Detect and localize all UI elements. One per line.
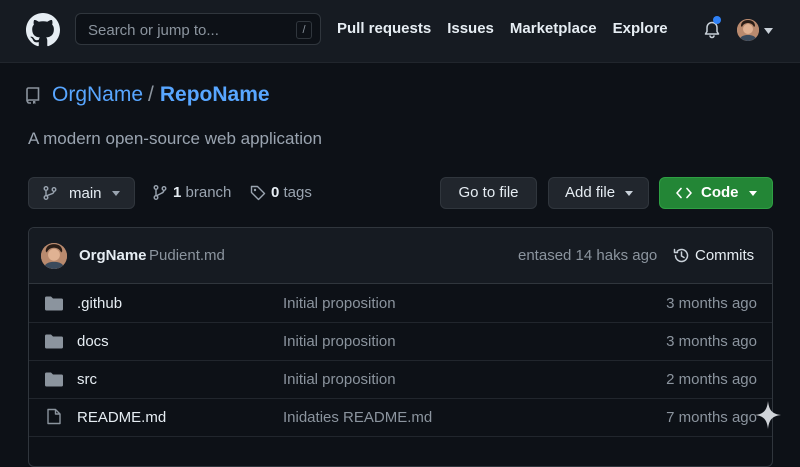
github-logo-icon[interactable]	[26, 13, 60, 47]
repo-owner-link[interactable]: OrgName	[52, 83, 143, 106]
repo-separator: /	[148, 83, 154, 106]
git-branch-icon	[153, 185, 167, 200]
chevron-down-icon[interactable]	[764, 28, 773, 34]
tags-link[interactable]: 0 tags	[250, 184, 312, 201]
search-box[interactable]: /	[75, 13, 321, 45]
chevron-down-icon	[749, 191, 757, 196]
file-name[interactable]: .github	[77, 295, 122, 312]
nav-explore[interactable]: Explore	[613, 20, 668, 37]
file-row[interactable]: src Initial proposition 2 months ago	[29, 360, 772, 399]
tag-label: tags	[283, 184, 312, 201]
code-icon	[676, 187, 692, 199]
file-commit-message[interactable]: Initial proposition	[283, 371, 396, 388]
file-age: 7 months ago	[666, 409, 757, 426]
latest-commit-bar: OrgName Pudient.md entased 14 haks ago C…	[29, 228, 772, 284]
repo-name-link[interactable]: RepoName	[160, 83, 270, 106]
folder-icon	[45, 372, 63, 387]
file-age: 3 months ago	[666, 333, 757, 350]
code-button[interactable]: Code	[659, 177, 773, 209]
go-to-file-button[interactable]: Go to file	[440, 177, 537, 209]
search-input[interactable]	[88, 21, 288, 39]
commit-time: entased 14 haks ago	[518, 247, 658, 264]
add-file-button[interactable]: Add file	[548, 177, 649, 209]
branch-name: main	[69, 185, 102, 202]
branches-link[interactable]: 1 branch	[153, 184, 231, 201]
repo-description: A modern open-source web application	[28, 129, 322, 148]
nav-marketplace[interactable]: Marketplace	[510, 20, 597, 37]
folder-icon	[45, 334, 63, 349]
repo-icon	[26, 87, 40, 104]
chevron-down-icon	[625, 191, 633, 196]
file-commit-message[interactable]: Initial proposition	[283, 333, 396, 350]
branch-label: branch	[185, 184, 232, 201]
file-row[interactable]	[29, 436, 772, 466]
file-row[interactable]: docs Initial proposition 3 months ago	[29, 322, 772, 361]
history-icon	[673, 248, 689, 263]
user-avatar[interactable]	[737, 19, 759, 41]
repo-title: OrgName / RepoName	[52, 82, 270, 108]
search-shortcut-key: /	[296, 21, 312, 39]
file-name[interactable]: README.md	[77, 409, 166, 426]
branch-selector-button[interactable]: main	[28, 177, 135, 209]
commit-author[interactable]: OrgName	[79, 247, 147, 264]
git-branch-icon	[43, 186, 57, 200]
commit-author-avatar[interactable]	[41, 243, 67, 269]
tag-icon	[250, 185, 266, 201]
branch-count: 1	[173, 184, 182, 201]
tag-count: 0	[271, 184, 280, 201]
sparkle-icon	[755, 401, 781, 429]
nav-issues[interactable]: Issues	[447, 20, 494, 37]
commits-link[interactable]: Commits	[673, 247, 754, 264]
avatar-image	[41, 243, 67, 269]
code-label: Code	[701, 184, 739, 201]
commits-label: Commits	[695, 247, 755, 264]
file-row[interactable]: README.md Inidaties README.md 7 months a…	[29, 398, 772, 437]
folder-icon	[45, 296, 63, 311]
file-row[interactable]: .github Initial proposition 3 months ago	[29, 284, 772, 323]
add-file-label: Add file	[565, 184, 616, 201]
notification-dot	[713, 16, 721, 24]
file-commit-message[interactable]: Inidaties README.md	[283, 409, 432, 426]
file-commit-message[interactable]: Initial proposition	[283, 295, 396, 312]
top-navigation-bar: / Pull requests Issues Marketplace Explo…	[0, 0, 800, 63]
file-name[interactable]: docs	[77, 333, 109, 350]
file-list: OrgName Pudient.md entased 14 haks ago C…	[28, 227, 773, 467]
avatar-image	[737, 19, 759, 41]
file-name[interactable]: src	[77, 371, 97, 388]
top-nav-links: Pull requests Issues Marketplace Explore	[337, 20, 684, 37]
file-age: 2 months ago	[666, 371, 757, 388]
commit-message[interactable]: Pudient.md	[149, 247, 225, 264]
chevron-down-icon	[112, 191, 120, 196]
nav-pull-requests[interactable]: Pull requests	[337, 20, 431, 37]
file-icon	[47, 408, 61, 425]
file-age: 3 months ago	[666, 295, 757, 312]
